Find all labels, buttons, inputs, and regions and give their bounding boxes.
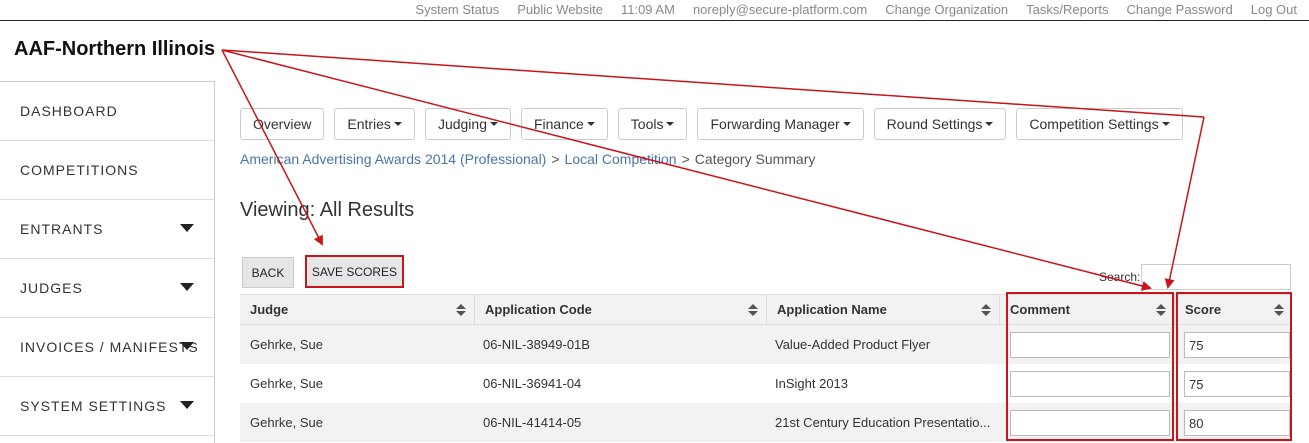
arrow-to-score-column: [1164, 116, 1205, 289]
arrow-to-score-column: [221, 49, 1205, 118]
arrow-to-save-scores: [221, 49, 323, 246]
annotation-arrows: [221, 49, 1205, 291]
arrow-to-comment-column: [221, 49, 1152, 291]
